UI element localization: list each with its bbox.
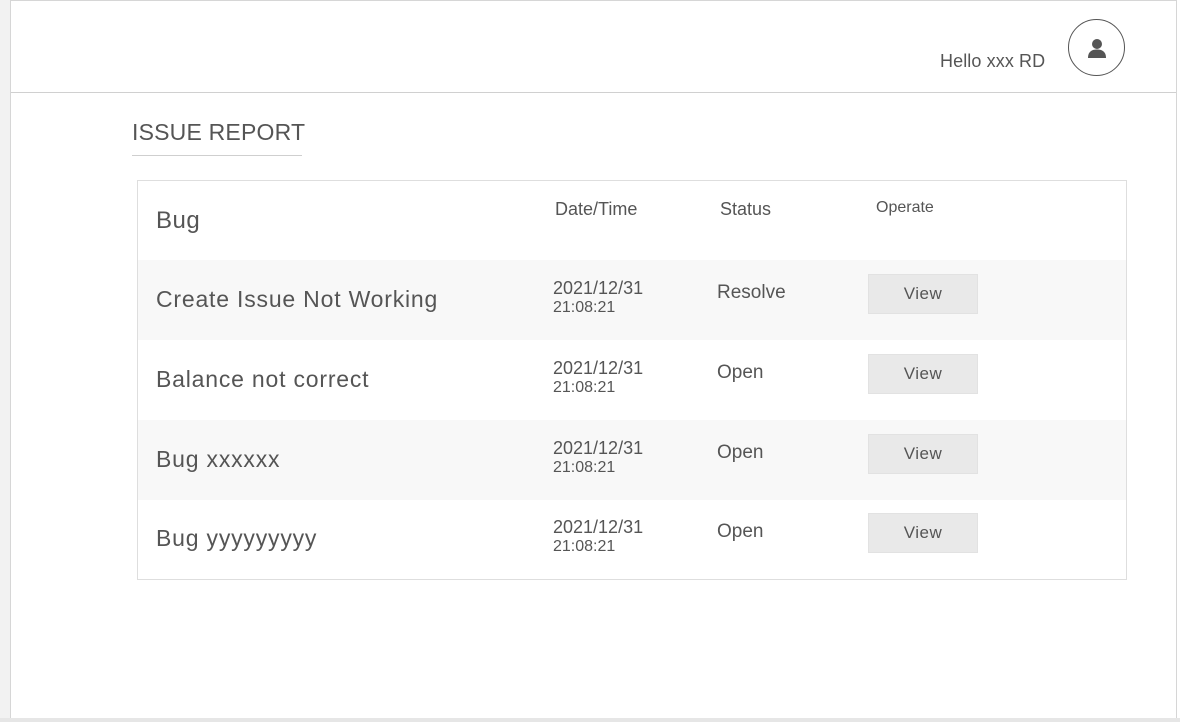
bug-date: 2021/12/31 [553, 358, 644, 378]
bug-title: Create Issue Not Working [156, 286, 439, 312]
bug-time: 21:08:21 [553, 378, 616, 396]
bug-date-time: 2021/12/31 21:08:21 [553, 278, 643, 317]
view-button[interactable]: View [868, 513, 978, 553]
view-button[interactable]: View [868, 274, 978, 314]
bug-title: Bug yyyyyyyyy [156, 525, 318, 551]
bug-title: Bug xxxxxx [156, 446, 281, 472]
bug-status: Open [717, 442, 764, 463]
bug-date: 2021/12/31 [553, 438, 644, 458]
column-header-bug: Bug [156, 207, 201, 234]
column-header-status: Status [720, 199, 772, 219]
issue-table: Bug Date/Time Status Operate Create Issu… [137, 180, 1127, 580]
bug-status: Resolve [717, 282, 786, 303]
bug-date: 2021/12/31 [553, 278, 644, 298]
bug-title: Balance not correct [156, 366, 370, 392]
bug-status: Open [717, 521, 764, 542]
bottom-edge-strip [0, 718, 1180, 722]
bug-status: Open [717, 362, 764, 383]
top-header: Hello xxx RD [11, 1, 1176, 93]
bug-date: 2021/12/31 [553, 517, 644, 537]
table-row: Balance not correct 2021/12/31 21:08:21 … [138, 340, 1126, 420]
bug-time: 21:08:21 [553, 537, 616, 555]
view-button[interactable]: View [868, 354, 978, 394]
user-icon [1087, 38, 1106, 58]
bug-time: 21:08:21 [553, 298, 616, 316]
bug-date-time: 2021/12/31 21:08:21 [553, 438, 643, 477]
user-greeting: Hello xxx RD [940, 51, 1046, 71]
table-header-row: Bug Date/Time Status Operate [138, 181, 1126, 261]
bug-time: 21:08:21 [553, 458, 616, 476]
view-button[interactable]: View [868, 434, 978, 474]
page-title: ISSUE REPORT [132, 119, 306, 145]
user-avatar-button[interactable] [1068, 19, 1125, 76]
title-divider [132, 155, 302, 156]
table-row: Create Issue Not Working 2021/12/31 21:0… [138, 260, 1126, 340]
column-header-date-time: Date/Time [555, 199, 638, 219]
table-row: Bug yyyyyyyyy 2021/12/31 21:08:21 Open V… [138, 499, 1126, 579]
bug-date-time: 2021/12/31 21:08:21 [553, 517, 643, 556]
left-edge-strip [0, 0, 10, 722]
table-row: Bug xxxxxx 2021/12/31 21:08:21 Open View [138, 420, 1126, 500]
column-header-operate: Operate [876, 199, 934, 216]
bug-date-time: 2021/12/31 21:08:21 [553, 358, 643, 397]
app-window: Hello xxx RD ISSUE REPORT Bug Date/Time … [10, 0, 1177, 720]
